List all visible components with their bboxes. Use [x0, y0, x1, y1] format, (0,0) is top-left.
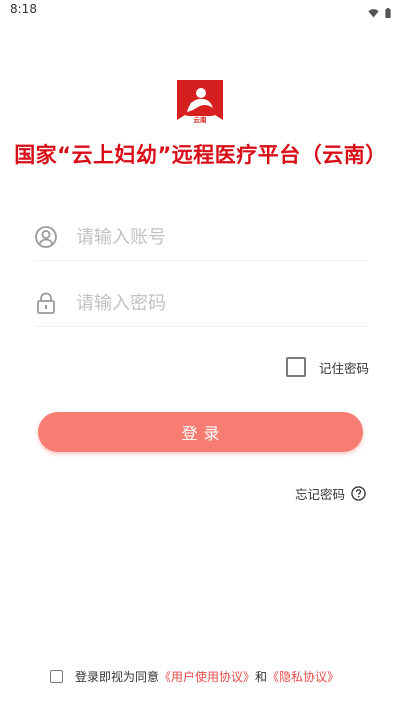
wifi-icon: [368, 3, 379, 22]
remember-password-checkbox[interactable]: [286, 357, 306, 377]
account-field: [34, 218, 368, 261]
status-bar: 8:18: [0, 0, 401, 18]
logo-text: 云南: [193, 116, 207, 124]
password-input[interactable]: [76, 288, 356, 318]
agreement-checkbox[interactable]: [50, 670, 63, 683]
battery-icon: [385, 3, 391, 22]
user-agreement-link[interactable]: 《用户使用协议》: [159, 668, 255, 685]
remember-password-toggle[interactable]: 记住密码: [286, 357, 369, 377]
user-icon: [34, 225, 58, 249]
remember-password-label: 记住密码: [319, 360, 370, 376]
login-button[interactable]: 登录: [38, 412, 363, 452]
status-icons: [368, 3, 391, 22]
agreement-prefix: 登录即视为同意: [75, 670, 160, 684]
password-field: [34, 284, 368, 327]
privacy-agreement-link[interactable]: 《隐私协议》: [267, 668, 339, 685]
forgot-password-link[interactable]: 忘记密码: [295, 484, 366, 503]
agreement-and: 和: [255, 670, 268, 684]
status-time: 8:18: [10, 2, 37, 16]
app-title: 国家“云上妇幼”远程医疗平台（云南）: [14, 143, 387, 167]
forgot-password-label: 忘记密码: [295, 487, 346, 502]
help-icon[interactable]: [351, 486, 366, 501]
app-logo: 云南: [177, 80, 223, 126]
agreement-row: 登录即视为同意 《用户使用协议》 和 《隐私协议》: [50, 668, 339, 685]
lock-icon: [34, 291, 58, 315]
account-input[interactable]: [76, 222, 356, 252]
